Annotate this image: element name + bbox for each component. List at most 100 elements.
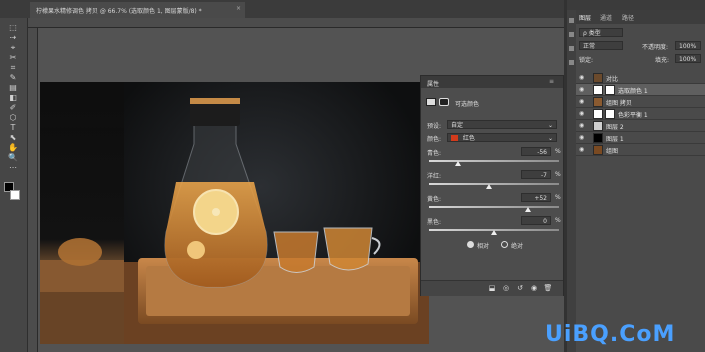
pitcher-photo-art [124,98,429,344]
layer-row[interactable]: ◉ 组图 [576,144,705,156]
properties-panel: 属性 ≡ 可选颜色 预设: 自定 ⌄ 颜色: 红色 ⌄ 青色: -56% 洋红: -7… [420,75,564,296]
channel-value-field[interactable]: +52 [521,193,551,202]
channel-value-field[interactable]: -7 [521,170,551,179]
document-title: 柠檬果水精修调色 拷贝 @ 66.7% (选取颜色 1, 图层蒙版/8) * [36,8,202,15]
trash-icon[interactable]: 🗑 [543,284,553,293]
layers-panel: 图层 通道 路径 ρ 类型 正常 不透明度: 100% 锁定: 填充: 100%… [576,10,705,352]
fill-label: 填充: [655,57,670,64]
visibility-icon[interactable]: ◉ [529,284,539,293]
relative-radio[interactable] [467,241,474,248]
channel-value-field[interactable]: -56 [521,147,551,156]
relative-label: 相对 [477,243,490,250]
duplicate-photo-art [40,238,124,344]
percent-label: % [555,148,561,155]
percent-label: % [555,194,561,201]
percent-label: % [555,171,561,178]
preset-dropdown[interactable]: 自定 ⌄ [447,120,557,129]
tab-layers[interactable]: 图层 [579,13,591,22]
adjustment-icon [426,98,436,106]
clip-to-layer-icon[interactable]: ⬓ [487,284,497,293]
channel-slider-track[interactable] [429,183,559,185]
colors-value: 红色 [462,135,475,142]
layer-thumbnail [593,109,603,119]
layers-tabs: 图层 通道 路径 [576,10,705,24]
layer-name: 色彩平衡 1 [618,112,648,119]
layer-row[interactable]: ◉ 选取颜色 1 [576,84,705,96]
properties-header: 属性 ≡ [421,76,563,88]
tab-channels[interactable]: 通道 [600,13,612,22]
filter-label: ρ 类型 [583,30,601,37]
layer-mask-thumbnail[interactable] [605,85,615,95]
horizontal-ruler [28,18,565,28]
document-tab[interactable]: 柠檬果水精修调色 拷贝 @ 66.7% (选取颜色 1, 图层蒙版/8) * × [30,2,245,18]
view-previous-icon[interactable]: ◎ [501,284,511,293]
eye-icon[interactable]: ◉ [579,122,584,129]
layer-row[interactable]: ◉ 图层 2 [576,120,705,132]
preset-label: 预设: [427,123,442,130]
tool-button[interactable]: ⋯ [4,162,22,173]
fill-field[interactable]: 100% [675,54,701,63]
layer-thumbnail [593,73,603,83]
layer-name: 组图 [606,148,619,155]
reset-icon[interactable]: ↺ [515,284,525,293]
channel-label: 黑色: [427,219,442,226]
layer-row[interactable]: ◉ 组图 拷贝 [576,96,705,108]
channel-slider-track[interactable] [429,160,559,162]
blend-mode-value: 正常 [583,43,596,50]
close-icon[interactable]: × [236,5,241,12]
layer-thumbnail [593,145,603,155]
channel-label: 洋红: [427,173,442,180]
adjustment-name: 可选颜色 [455,101,480,108]
channel-slider-track[interactable] [429,206,559,208]
panel-icon[interactable] [569,32,574,37]
colors-dropdown[interactable]: 红色 ⌄ [447,133,557,142]
chevron-down-icon: ⌄ [547,122,553,129]
layer-name: 选取颜色 1 [618,88,648,95]
layer-row[interactable]: ◉ 图层 1 [576,132,705,144]
panel-icon[interactable] [569,46,574,51]
eye-icon[interactable]: ◉ [579,134,584,141]
chevron-down-icon: ⌄ [547,135,553,142]
slider-handle[interactable] [524,207,531,212]
canvas-photo-duplicate [40,82,124,344]
canvas-photo[interactable] [124,82,429,344]
layer-thumbnail [593,85,603,95]
panel-icon[interactable] [569,18,574,23]
collapsed-panel-column [567,10,576,352]
layer-name: 图层 1 [606,136,624,143]
opacity-label: 不透明度: [642,44,669,51]
vertical-ruler [28,28,38,352]
eye-icon[interactable]: ◉ [579,98,584,105]
layer-name: 组图 拷贝 [606,100,632,107]
mask-icon[interactable] [439,98,449,106]
absolute-radio[interactable] [501,241,508,248]
channel-label: 青色: [427,150,442,157]
layer-name: 对比 [606,76,619,83]
watermark: UiBQ.CoM [545,322,676,347]
slider-handle[interactable] [486,184,493,189]
layer-name: 图层 2 [606,124,624,131]
slider-handle[interactable] [454,161,461,166]
lock-label: 锁定: [579,57,594,64]
properties-footer: ⬓ ◎ ↺ ◉ 🗑 [421,280,563,296]
opacity-field[interactable]: 100% [675,41,701,50]
layer-row[interactable]: ◉ 对比 [576,72,705,84]
layer-filter-dropdown[interactable]: ρ 类型 [579,28,623,37]
colors-label: 颜色: [427,136,442,143]
eye-icon[interactable]: ◉ [579,146,584,153]
layer-row[interactable]: ◉ 色彩平衡 1 [576,108,705,120]
panel-icon[interactable] [569,60,574,65]
background-color-swatch[interactable] [10,190,20,200]
layer-thumbnail [593,97,603,107]
channel-label: 黄色: [427,196,442,203]
channel-value-field[interactable]: 0 [521,216,551,225]
tab-paths[interactable]: 路径 [622,13,634,22]
layer-mask-thumbnail[interactable] [605,109,615,119]
eye-icon[interactable]: ◉ [579,110,584,117]
panel-menu-icon[interactable]: ≡ [549,78,554,85]
slider-handle[interactable] [491,230,497,235]
eye-icon[interactable]: ◉ [579,86,584,93]
eye-icon[interactable]: ◉ [579,74,584,81]
absolute-label: 绝对 [511,243,524,250]
blend-mode-dropdown[interactable]: 正常 [579,41,623,50]
